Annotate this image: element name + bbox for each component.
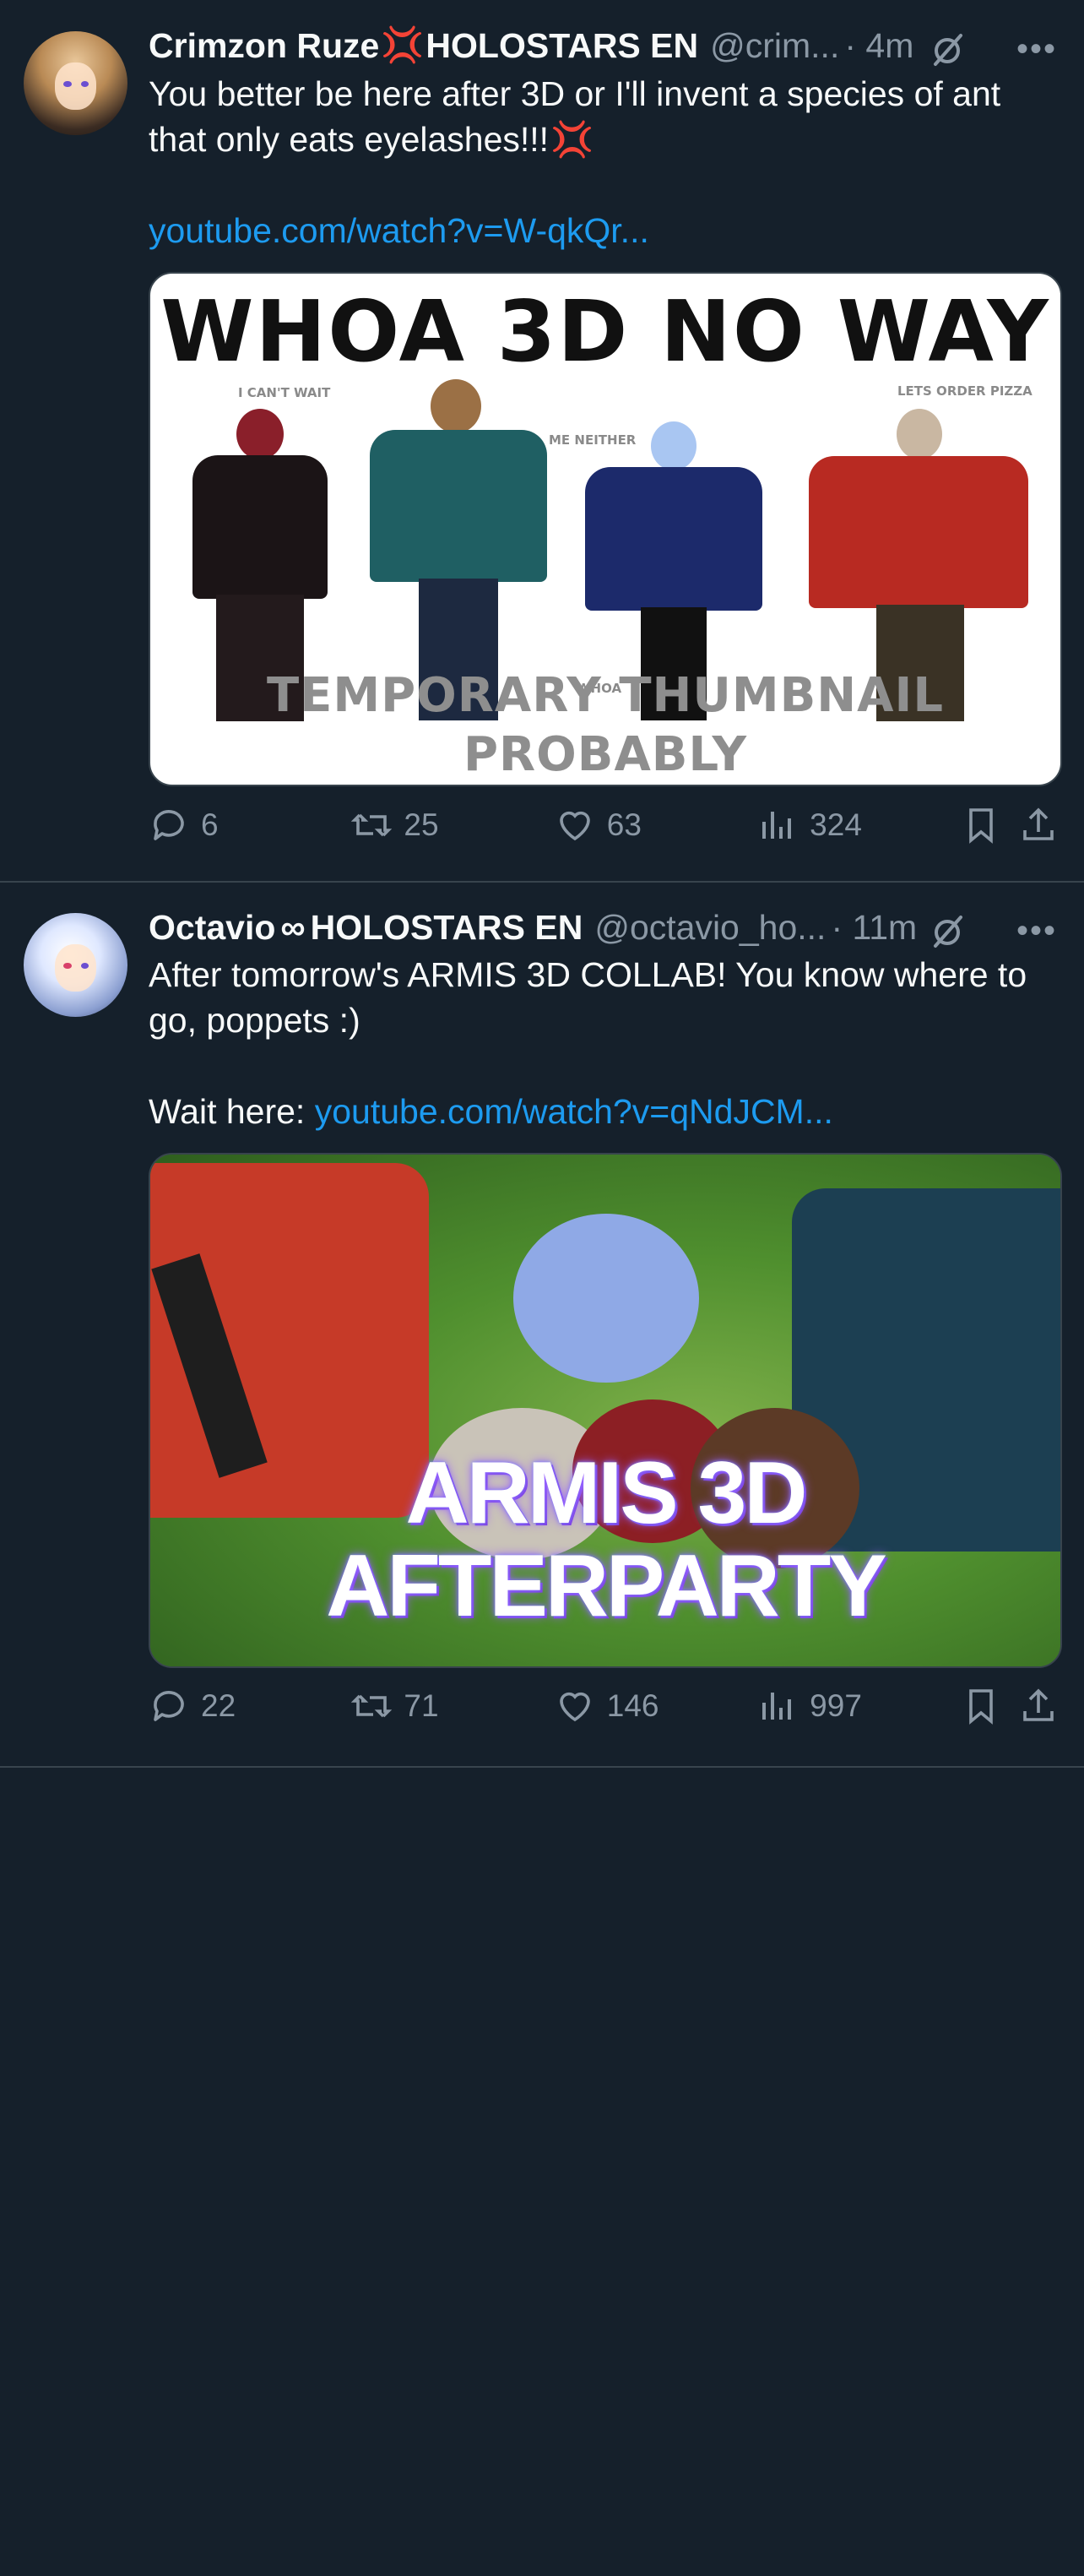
- reply-icon: [154, 810, 184, 840]
- infinity-emoji: ∞: [280, 907, 306, 947]
- repost-count: 25: [404, 807, 439, 842]
- like-icon: [559, 811, 590, 841]
- more-icon[interactable]: •••: [1016, 912, 1059, 949]
- like-button[interactable]: 63: [555, 805, 740, 845]
- repost-button[interactable]: 25: [351, 805, 537, 845]
- media-image[interactable]: WHOA 3D NO WAY I CAN'T WAIT ME NEITHER W…: [149, 272, 1062, 786]
- grok-icon[interactable]: [929, 912, 966, 949]
- tweet[interactable]: Octavio ∞ HOLOSTARS EN @octavio_ho... · …: [0, 883, 1084, 1768]
- reply-icon: [154, 1691, 184, 1721]
- share-icon: [1023, 1688, 1054, 1721]
- anger-emoji: 💢: [550, 120, 594, 159]
- share-button[interactable]: [1018, 1686, 1059, 1726]
- grok-icon[interactable]: [929, 30, 966, 68]
- author-handle[interactable]: @octavio_ho...: [594, 908, 826, 948]
- author-name-suffix[interactable]: HOLOSTARS EN: [425, 26, 698, 66]
- views-count: 324: [810, 807, 862, 842]
- reply-button[interactable]: 22: [149, 1686, 334, 1726]
- views-icon: [762, 812, 792, 839]
- like-count: 63: [606, 807, 642, 842]
- tweet-link-row: youtube.com/watch?v=W-qkQr...: [149, 208, 1059, 253]
- like-button[interactable]: 146: [555, 1686, 740, 1726]
- anger-emoji: 💢: [381, 25, 425, 64]
- action-bar: [149, 2525, 1059, 2576]
- bookmark-button[interactable]: [961, 805, 1001, 845]
- reply-count: 6: [201, 807, 219, 842]
- share-icon: [1023, 807, 1054, 840]
- tweet-link-row: Wait here: youtube.com/watch?v=qNdJCM...: [149, 1089, 1059, 1134]
- tweet-text: You better be here after 3D or I'll inve…: [149, 74, 1001, 159]
- author-name[interactable]: Crimzon Ruze: [149, 26, 379, 66]
- reply-button[interactable]: 6: [149, 805, 334, 845]
- wait-label: Wait here:: [149, 1092, 306, 1131]
- action-bar: 22 71 146 997: [149, 1681, 1059, 1731]
- media-image[interactable]: ARMIS 3D AFTERPARTY: [149, 1153, 1062, 1668]
- repost-icon: [351, 1694, 393, 1718]
- thumbnail-caption: LETS ORDER PIZZA: [897, 383, 1033, 399]
- more-icon[interactable]: •••: [1016, 30, 1059, 68]
- author-name-suffix[interactable]: HOLOSTARS EN: [311, 908, 583, 948]
- tweet-header: Octavio ∞ HOLOSTARS EN @octavio_ho... · …: [149, 904, 1059, 951]
- like-count: 146: [606, 1688, 659, 1723]
- thumbnail-title: WHOA 3D NO WAY: [160, 282, 1050, 381]
- avatar[interactable]: [24, 31, 127, 135]
- thumbnail-title: ARMIS 3D AFTERPARTY: [326, 1444, 886, 1635]
- tweet[interactable]: Crimzon Ruze 💢 HOLOSTARS EN @crim... · 4…: [0, 0, 1084, 883]
- repost-button[interactable]: 71: [351, 1686, 537, 1726]
- thumbnail-subtitle: TEMPORARY THUMBNAIL PROBABLY: [266, 668, 945, 782]
- repost-icon: [351, 813, 393, 837]
- author-name[interactable]: Octavio: [149, 908, 275, 948]
- timestamp[interactable]: · 11m: [831, 908, 917, 948]
- timestamp[interactable]: · 4m: [844, 26, 913, 66]
- bookmark-icon: [968, 808, 993, 844]
- like-icon: [559, 1692, 590, 1722]
- bookmark-icon: [968, 1689, 993, 1725]
- reply-count: 22: [201, 1688, 236, 1723]
- thumbnail-caption: I CAN'T WAIT: [238, 385, 331, 400]
- tweet-text: After tomorrow's ARMIS 3D COLLAB! You kn…: [149, 955, 1027, 1040]
- bookmark-button[interactable]: [961, 1686, 1001, 1726]
- author-handle[interactable]: @crim...: [710, 26, 839, 66]
- avatar[interactable]: [24, 913, 127, 1017]
- youtube-link[interactable]: youtube.com/watch?v=qNdJCM...: [315, 1092, 833, 1131]
- views-button[interactable]: 997: [757, 1686, 943, 1726]
- views-button[interactable]: 324: [757, 805, 943, 845]
- views-count: 997: [810, 1688, 862, 1723]
- views-icon: [762, 1693, 792, 1720]
- repost-count: 71: [404, 1688, 439, 1723]
- tweet-header: Crimzon Ruze 💢 HOLOSTARS EN @crim... · 4…: [149, 22, 1059, 69]
- youtube-link[interactable]: youtube.com/watch?v=W-qkQr...: [149, 211, 649, 250]
- share-button[interactable]: [1018, 805, 1059, 845]
- action-bar: 6 25 63 324: [149, 800, 1059, 851]
